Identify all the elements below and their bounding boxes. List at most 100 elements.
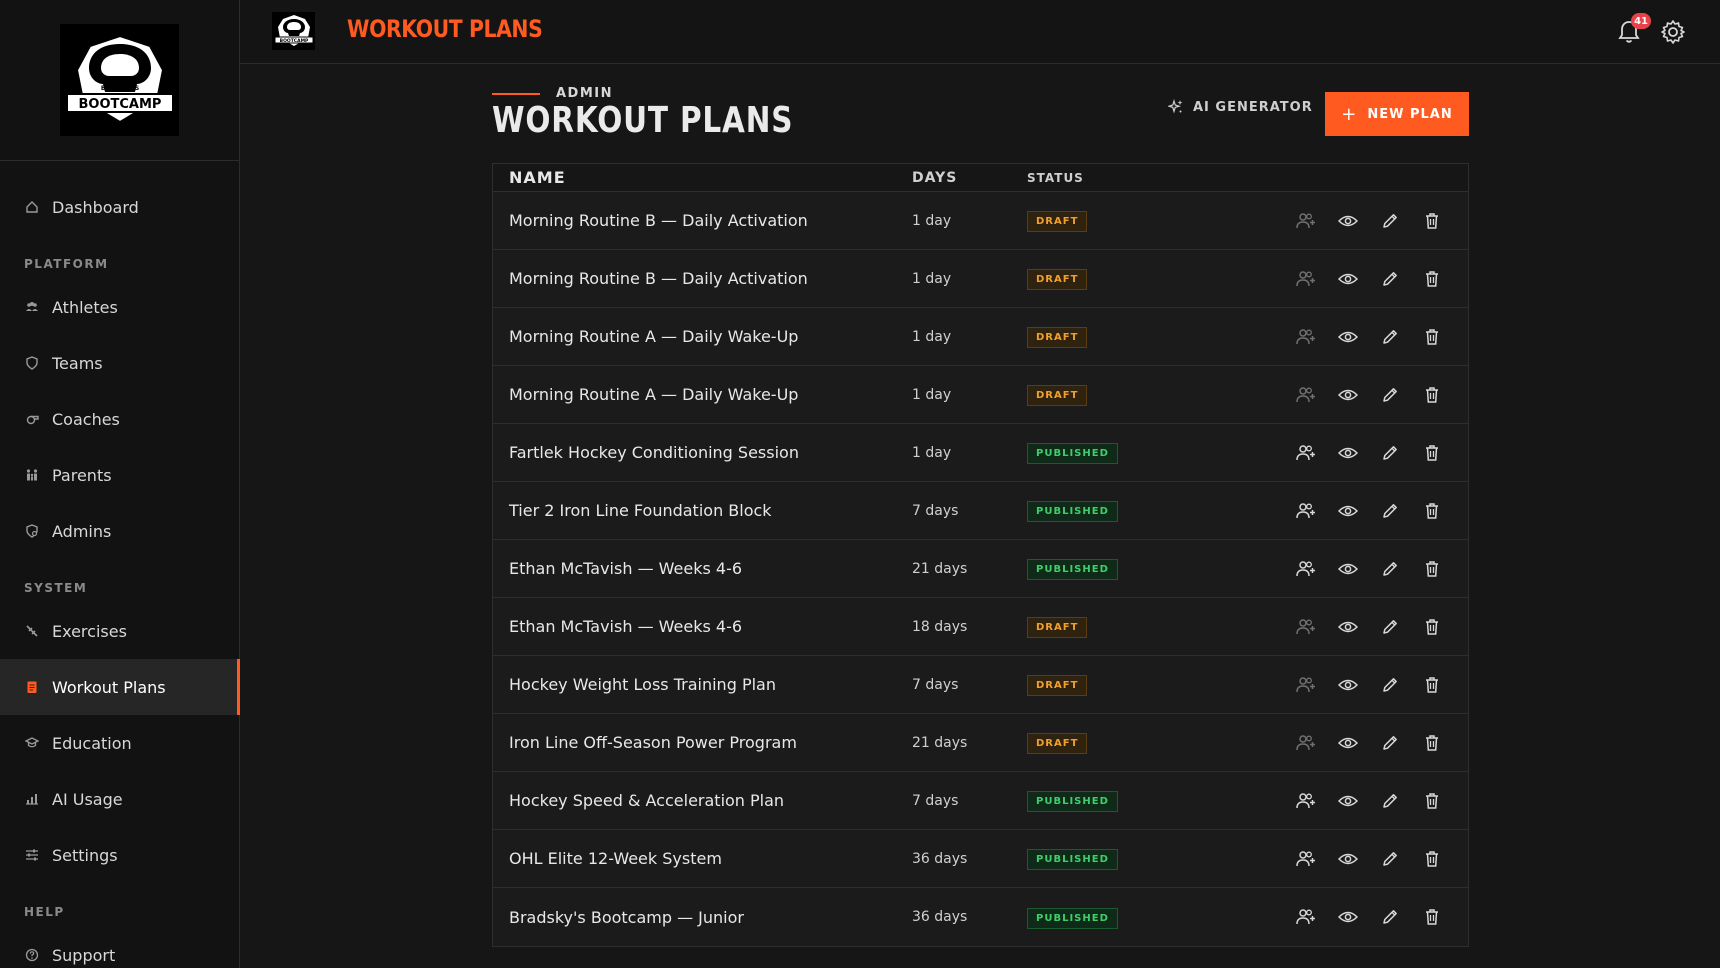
pencil-icon[interactable] [1379, 732, 1401, 754]
eye-icon[interactable] [1337, 500, 1359, 522]
assign-user-icon[interactable] [1295, 790, 1317, 812]
assign-user-icon[interactable] [1295, 268, 1317, 290]
pencil-icon[interactable] [1379, 442, 1401, 464]
sidebar-item-parents[interactable]: Parents [0, 447, 239, 503]
column-header-status[interactable]: STATUS [1027, 171, 1277, 185]
pencil-icon[interactable] [1379, 790, 1401, 812]
pencil-icon[interactable] [1379, 558, 1401, 580]
sidebar-item-admins[interactable]: Admins [0, 503, 239, 559]
plan-days: 21 days [912, 734, 968, 751]
eye-icon[interactable] [1337, 210, 1359, 232]
help-circle-icon [24, 947, 40, 963]
brand-logo[interactable]: BRADSKY'S BOOTCAMP [60, 24, 179, 136]
pencil-icon[interactable] [1379, 906, 1401, 928]
assign-user-icon[interactable] [1295, 906, 1317, 928]
sidebar-item-workout-plans[interactable]: Workout Plans [0, 659, 240, 715]
plan-days: 7 days [912, 792, 959, 809]
top-bar: BOOTCAMP WORKOUT PLANS 41 [240, 0, 1720, 64]
sidebar-item-support[interactable]: Support [0, 927, 239, 968]
assign-user-icon[interactable] [1295, 674, 1317, 696]
pencil-icon[interactable] [1379, 500, 1401, 522]
table-row[interactable]: Ethan McTavish — Weeks 4-6 18 days DRAFT [493, 598, 1468, 656]
sidebar-item-teams[interactable]: Teams [0, 335, 239, 391]
trash-icon[interactable] [1421, 326, 1443, 348]
table-row[interactable]: Morning Routine B — Daily Activation 1 da… [493, 250, 1468, 308]
plan-name: Hockey Speed & Acceleration Plan [509, 791, 785, 810]
assign-user-icon[interactable] [1295, 442, 1317, 464]
eye-icon[interactable] [1337, 442, 1359, 464]
new-plan-button[interactable]: + NEW PLAN [1325, 92, 1469, 136]
sidebar-item-settings[interactable]: Settings [0, 827, 239, 883]
assign-user-icon[interactable] [1295, 500, 1317, 522]
table-row[interactable]: Iron Line Off-Season Power Program 21 day… [493, 714, 1468, 772]
table-row[interactable]: Ethan McTavish — Weeks 4-6 21 days PUBLISH… [493, 540, 1468, 598]
pencil-icon[interactable] [1379, 384, 1401, 406]
sidebar-item-coaches[interactable]: Coaches [0, 391, 239, 447]
table-row[interactable]: Hockey Speed & Acceleration Plan 7 days PU… [493, 772, 1468, 830]
sidebar-item-athletes[interactable]: Athletes [0, 279, 239, 335]
mini-logo[interactable]: BOOTCAMP [272, 12, 315, 50]
table-row[interactable]: Bradsky's Bootcamp — Junior 36 days PUBLIS… [493, 888, 1468, 946]
plan-days: 36 days [912, 909, 968, 925]
assign-user-icon[interactable] [1295, 616, 1317, 638]
table-row[interactable]: Tier 2 Iron Line Foundation Block 7 days P… [493, 482, 1468, 540]
assign-user-icon[interactable] [1295, 210, 1317, 232]
trash-icon[interactable] [1421, 210, 1443, 232]
table-row[interactable]: Morning Routine B — Daily Activation 1 da… [493, 192, 1468, 250]
eye-icon[interactable] [1337, 790, 1359, 812]
table-row[interactable]: Hockey Weight Loss Training Plan 7 days DR… [493, 656, 1468, 714]
trash-icon[interactable] [1421, 674, 1443, 696]
eye-icon[interactable] [1337, 268, 1359, 290]
row-actions [1277, 616, 1468, 638]
trash-icon[interactable] [1421, 906, 1443, 928]
trash-icon[interactable] [1421, 442, 1443, 464]
notifications-button[interactable]: 41 [1617, 13, 1651, 45]
trash-icon[interactable] [1421, 790, 1443, 812]
status-badge: DRAFT [1027, 327, 1088, 348]
ai-generator-button[interactable]: AI GENERATOR [1168, 92, 1313, 122]
plan-days: 18 days [912, 618, 968, 635]
eye-icon[interactable] [1337, 732, 1359, 754]
trash-icon[interactable] [1421, 616, 1443, 638]
pencil-icon[interactable] [1379, 616, 1401, 638]
plan-name: Bradsky's Bootcamp — Junior [509, 907, 744, 927]
assign-user-icon[interactable] [1295, 732, 1317, 754]
pencil-icon[interactable] [1379, 674, 1401, 696]
column-header-name[interactable]: NAME [493, 168, 912, 187]
plan-status-cell: DRAFT [1027, 325, 1277, 348]
sidebar-item-education[interactable]: Education [0, 715, 239, 771]
table-row[interactable]: Morning Routine A — Daily Wake-Up 1 day DR… [493, 366, 1468, 424]
trash-icon[interactable] [1421, 500, 1443, 522]
section-label-system: SYSTEM [24, 581, 88, 595]
pencil-icon[interactable] [1379, 268, 1401, 290]
assign-user-icon[interactable] [1295, 384, 1317, 406]
trash-icon[interactable] [1421, 732, 1443, 754]
sidebar-item-ai-usage[interactable]: AI Usage [0, 771, 239, 827]
settings-button[interactable] [1660, 19, 1686, 45]
table-row[interactable]: Morning Routine A — Daily Wake-Up 1 day DR… [493, 308, 1468, 366]
svg-text:BOOTCAMP: BOOTCAMP [279, 38, 308, 44]
eye-icon[interactable] [1337, 384, 1359, 406]
trash-icon[interactable] [1421, 384, 1443, 406]
pencil-icon[interactable] [1379, 848, 1401, 870]
eye-icon[interactable] [1337, 326, 1359, 348]
trash-icon[interactable] [1421, 848, 1443, 870]
eye-icon[interactable] [1337, 848, 1359, 870]
assign-user-icon[interactable] [1295, 558, 1317, 580]
plan-name: OHL Elite 12-Week System [509, 849, 722, 868]
sidebar-item-exercises[interactable]: Exercises [0, 603, 239, 659]
pencil-icon[interactable] [1379, 326, 1401, 348]
trash-icon[interactable] [1421, 558, 1443, 580]
assign-user-icon[interactable] [1295, 848, 1317, 870]
table-row[interactable]: Fartlek Hockey Conditioning Session 1 day… [493, 424, 1468, 482]
trash-icon[interactable] [1421, 268, 1443, 290]
eye-icon[interactable] [1337, 558, 1359, 580]
eye-icon[interactable] [1337, 906, 1359, 928]
sidebar-item-dashboard[interactable]: Dashboard [0, 179, 239, 235]
column-header-days[interactable]: DAYS [912, 170, 1027, 186]
eye-icon[interactable] [1337, 674, 1359, 696]
pencil-icon[interactable] [1379, 210, 1401, 232]
table-row[interactable]: OHL Elite 12-Week System 36 days PUBLISHED [493, 830, 1468, 888]
eye-icon[interactable] [1337, 616, 1359, 638]
assign-user-icon[interactable] [1295, 326, 1317, 348]
